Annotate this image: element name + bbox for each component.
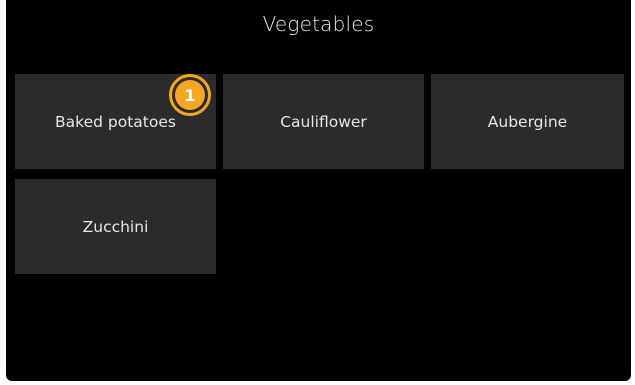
tile-aubergine[interactable]: Aubergine [431,74,624,169]
tile-zucchini[interactable]: Zucchini [15,179,216,274]
tile-label: Zucchini [82,217,149,236]
step-number: 1 [175,80,205,110]
step-badge: 1 [169,74,211,116]
app-screen: Vegetables Baked potatoes Cauliflower Au… [6,0,631,381]
tile-label: Aubergine [487,112,568,131]
tile-cauliflower[interactable]: Cauliflower [223,74,424,169]
tile-label: Baked potatoes [55,112,176,131]
tile-label: Cauliflower [280,112,367,131]
page-title: Vegetables [262,12,375,36]
